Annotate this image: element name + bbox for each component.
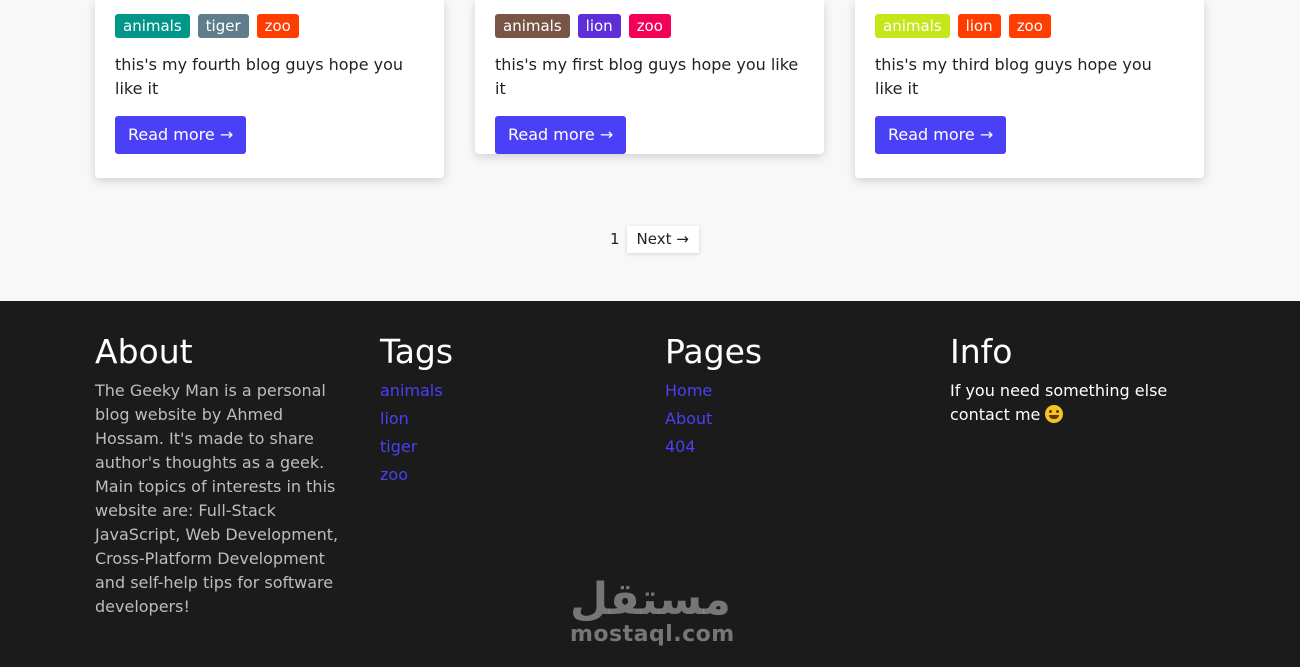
footer-about-section: About The Geeky Man is a personal blog w…: [95, 333, 345, 619]
footer-tags-title: Tags: [380, 332, 454, 371]
blog-post-card: animals tiger zoo this's my fourth blog …: [95, 0, 444, 178]
blog-post-card: animals lion zoo this's my third blog gu…: [855, 0, 1204, 178]
grinning-face-icon: [1045, 405, 1064, 423]
footer-tag-link[interactable]: zoo: [380, 461, 580, 489]
tag-badge[interactable]: zoo: [256, 14, 299, 38]
footer-pages-section: Pages Home About 404: [665, 333, 865, 461]
post-excerpt: this's my third blog guys hope you like …: [875, 55, 1152, 98]
pagination: 1 Next →: [610, 226, 699, 253]
footer-tags-section: Tags animals lion tiger zoo: [380, 333, 580, 489]
read-more-button[interactable]: Read more →: [875, 116, 1007, 154]
next-page-button[interactable]: Next →: [626, 226, 699, 253]
tag-badge[interactable]: zoo: [628, 14, 671, 38]
watermark-arabic-text: مستقل: [570, 574, 731, 625]
post-tags: animals tiger zoo: [115, 14, 424, 38]
footer-tag-link[interactable]: tiger: [380, 433, 580, 461]
read-more-button[interactable]: Read more →: [495, 116, 627, 154]
tag-badge[interactable]: animals: [495, 14, 570, 38]
footer-tag-link[interactable]: lion: [380, 405, 580, 433]
post-excerpt: this's my first blog guys hope you like …: [495, 55, 799, 98]
footer-info-section: Info If you need something else contact …: [950, 333, 1200, 427]
tag-badge[interactable]: tiger: [197, 14, 249, 38]
tag-badge[interactable]: zoo: [1008, 14, 1051, 38]
watermark-latin-text: mostaql.com: [570, 622, 735, 647]
post-tags: animals lion zoo: [875, 14, 1184, 38]
current-page-number: 1: [610, 230, 620, 248]
footer-pages-title: Pages: [665, 332, 763, 371]
post-excerpt: this's my fourth blog guys hope you like…: [115, 55, 404, 98]
tag-badge[interactable]: lion: [957, 14, 1001, 38]
read-more-button[interactable]: Read more →: [115, 116, 247, 154]
post-tags: animals lion zoo: [495, 14, 804, 38]
tag-badge[interactable]: animals: [115, 14, 190, 38]
tag-badge[interactable]: animals: [875, 14, 950, 38]
footer-page-link[interactable]: 404: [665, 433, 865, 461]
blog-post-card: animals lion zoo this's my first blog gu…: [475, 0, 824, 154]
footer-about-text: The Geeky Man is a personal blog website…: [95, 381, 339, 616]
watermark-logo: مستقل mostaql.com: [570, 574, 735, 648]
blog-posts-list: animals tiger zoo this's my fourth blog …: [0, 0, 1300, 300]
footer-page-link[interactable]: Home: [665, 377, 865, 405]
tag-badge[interactable]: lion: [577, 14, 621, 38]
footer-about-title: About: [95, 332, 193, 371]
footer-info-text: If you need something else contact me: [950, 379, 1200, 427]
footer-tag-link[interactable]: animals: [380, 377, 580, 405]
footer-page-link[interactable]: About: [665, 405, 865, 433]
footer-info-title: Info: [950, 332, 1013, 371]
